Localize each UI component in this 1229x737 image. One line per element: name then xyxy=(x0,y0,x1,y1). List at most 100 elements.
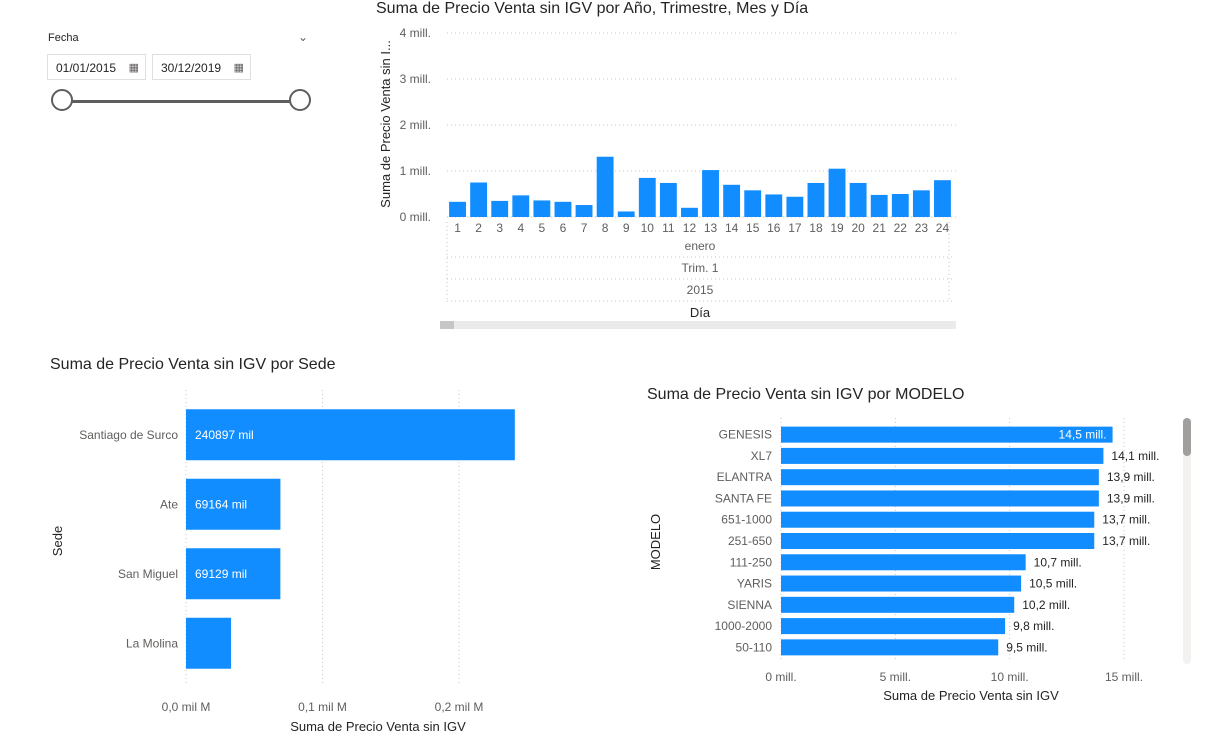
bar xyxy=(781,511,1095,528)
y-tick-label: Ate xyxy=(160,497,178,511)
x-tick-label: 18 xyxy=(809,221,823,235)
x-tick-label: 17 xyxy=(788,221,802,235)
x-tick-label: 3 xyxy=(496,221,503,235)
x-axis-title: Suma de Precio Venta sin IGV xyxy=(290,719,466,734)
data-label: 10,7 mill. xyxy=(1034,555,1082,569)
bar xyxy=(765,194,783,217)
y-tick-label: YARIS xyxy=(737,577,772,591)
data-label: 13,9 mill. xyxy=(1107,491,1155,505)
y-tick-label: 1 mill. xyxy=(400,164,431,178)
x-tick-label: 0,0 mil M xyxy=(162,700,211,714)
bar xyxy=(554,201,572,217)
data-label: 13,7 mill. xyxy=(1102,513,1150,527)
horizontal-scrollbar-thumb[interactable] xyxy=(440,321,454,329)
y-tick-label: 0 mill. xyxy=(400,210,431,224)
y-tick-label: XL7 xyxy=(751,449,773,463)
bar xyxy=(786,196,804,217)
hierarchy-label: Trim. 1 xyxy=(682,261,719,275)
x-tick-label: 20 xyxy=(851,221,865,235)
horizontal-scrollbar[interactable] xyxy=(440,321,956,329)
bar xyxy=(912,190,930,217)
y-tick-label: 251-650 xyxy=(728,534,772,548)
bar xyxy=(449,201,466,217)
bar xyxy=(891,194,909,217)
bar xyxy=(781,469,1099,486)
bar xyxy=(512,195,530,217)
data-label: 69129 mil xyxy=(195,567,247,581)
y-tick-label: 2 mill. xyxy=(400,118,431,132)
charts-canvas: 0 mill.1 mill.2 mill.3 mill.4 mill.1 2 3 4 5… xyxy=(50,26,1159,734)
x-tick-label: 23 xyxy=(915,221,929,235)
x-tick-label: 1 xyxy=(454,221,461,235)
data-label: 9,5 mill. xyxy=(1006,640,1047,654)
vertical-scrollbar-thumb[interactable] xyxy=(1183,418,1191,456)
data-label: 10,5 mill. xyxy=(1029,577,1077,591)
x-tick-label: 0,2 mil M xyxy=(435,700,484,714)
x-tick-label: 0,1 mil M xyxy=(298,700,347,714)
y-tick-label: 651-1000 xyxy=(721,513,772,527)
bar xyxy=(781,447,1104,464)
bar xyxy=(681,207,698,217)
bar xyxy=(781,618,1006,635)
hierarchy-label: enero xyxy=(685,239,716,253)
x-tick-label: 5 xyxy=(539,221,546,235)
x-tick-label: 8 xyxy=(602,221,609,235)
bar xyxy=(702,170,719,217)
bar xyxy=(186,617,232,669)
y-tick-label: SANTA FE xyxy=(715,491,772,505)
bar xyxy=(533,200,551,217)
x-tick-label: 4 xyxy=(517,221,524,235)
y-tick-label: 111-250 xyxy=(730,555,773,569)
bar xyxy=(781,639,999,656)
y-tick-label: 1000-2000 xyxy=(715,619,773,633)
bar xyxy=(781,596,1015,613)
bar xyxy=(781,490,1099,507)
bar xyxy=(470,182,488,217)
data-label: 240897 mil xyxy=(195,428,254,442)
data-label: 13,7 mill. xyxy=(1102,534,1150,548)
y-axis-title: MODELO xyxy=(648,514,663,570)
x-tick-label: 9 xyxy=(623,221,630,235)
x-tick-label: 15 mill. xyxy=(1105,670,1143,684)
x-tick-label: 10 mill. xyxy=(991,670,1029,684)
y-tick-label: 4 mill. xyxy=(400,26,431,40)
bar xyxy=(870,194,888,217)
x-tick-label: 15 xyxy=(746,221,760,235)
bar xyxy=(617,211,635,217)
y-axis-title: Sede xyxy=(50,526,65,556)
y-tick-label: GENESIS xyxy=(719,428,772,442)
y-tick-label: ELANTRA xyxy=(717,470,772,484)
x-tick-label: 11 xyxy=(662,221,675,235)
x-tick-label: 0 mill. xyxy=(765,670,796,684)
x-tick-label: 22 xyxy=(894,221,908,235)
bar xyxy=(659,182,677,217)
bar xyxy=(744,190,762,217)
x-tick-label: 2 xyxy=(475,221,482,235)
bar xyxy=(828,168,846,217)
bar xyxy=(575,205,593,217)
x-axis-title: Suma de Precio Venta sin IGV xyxy=(883,688,1059,703)
x-tick-label: 24 xyxy=(936,221,950,235)
y-tick-label: La Molina xyxy=(126,636,178,650)
x-tick-label: 5 mill. xyxy=(880,670,911,684)
x-tick-label: 19 xyxy=(830,221,844,235)
x-tick-label: 12 xyxy=(683,221,697,235)
bar xyxy=(849,182,867,217)
bar xyxy=(934,180,951,217)
y-tick-label: Santiago de Surco xyxy=(79,428,178,442)
data-label: 69164 mil xyxy=(195,497,247,511)
x-tick-label: 10 xyxy=(641,221,655,235)
bar xyxy=(781,533,1095,549)
data-label: 9,8 mill. xyxy=(1013,619,1054,633)
data-label: 14,1 mill. xyxy=(1111,449,1159,463)
bar xyxy=(781,575,1022,592)
x-tick-label: 6 xyxy=(560,221,567,235)
y-tick-label: SIENNA xyxy=(727,598,772,612)
bar xyxy=(723,184,741,217)
x-axis-title: Día xyxy=(690,305,711,320)
y-axis-title: Suma de Precio Venta sin I... xyxy=(378,40,393,208)
data-label: 14,5 mill. xyxy=(1059,428,1107,442)
y-tick-label: 50-110 xyxy=(736,640,773,654)
x-tick-label: 14 xyxy=(725,221,739,235)
y-tick-label: 3 mill. xyxy=(400,72,431,86)
